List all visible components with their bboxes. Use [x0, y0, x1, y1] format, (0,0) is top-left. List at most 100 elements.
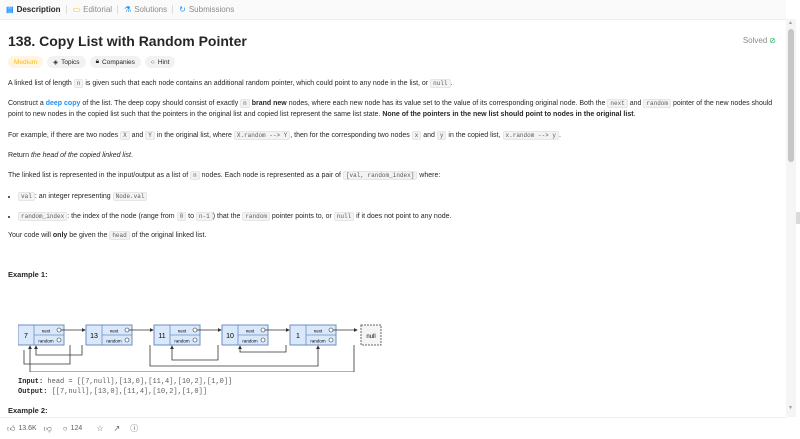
- help-button[interactable]: ⓘ: [130, 423, 141, 434]
- tab-solutions[interactable]: ⚗ Solutions: [118, 0, 172, 19]
- tab-editorial[interactable]: ▭ Editorial: [67, 0, 117, 19]
- linked-list-diagram: 7 next random 13 next random 11 next random 10 nex…: [18, 324, 382, 372]
- pointer-dot: [260, 327, 266, 333]
- list-node: 13 next random: [85, 324, 154, 346]
- next-label: next: [246, 329, 255, 334]
- next-label: next: [314, 329, 323, 334]
- output-value: [[7,null],[13,0],[11,4],[10,2],[1,0]]: [51, 388, 208, 396]
- random-arrow: [170, 345, 219, 361]
- tab-label: Solutions: [134, 5, 168, 14]
- next-label: next: [110, 329, 119, 334]
- solved-status: Solved ⊘: [743, 36, 776, 45]
- paragraph-example: For example, if there are two nodes X an…: [8, 131, 561, 140]
- comment-count: 124: [70, 425, 83, 432]
- tag-icon: ◈: [53, 59, 59, 66]
- question-icon: ⓘ: [130, 424, 139, 433]
- pointer-dot: [56, 337, 62, 343]
- favorite-button[interactable]: ☆: [96, 424, 106, 433]
- tab-label: Editorial: [83, 5, 113, 14]
- output-label: Output:: [18, 388, 48, 396]
- resize-handle[interactable]: [796, 212, 800, 224]
- list-node: 11 next random: [153, 324, 222, 346]
- list-item: val: an integer representing Node.val: [18, 191, 773, 202]
- node-value: 1: [296, 333, 300, 340]
- scrollbar-thumb[interactable]: [788, 29, 794, 162]
- pointer-dot: [124, 337, 130, 343]
- node-value: 10: [226, 333, 234, 340]
- next-label: next: [42, 329, 51, 334]
- example-1-io: Input: head = [[7,null],[13,0],[11,4],[1…: [18, 377, 232, 397]
- pointer-dot: [328, 337, 334, 343]
- pointer-dot: [260, 337, 266, 343]
- random-arrow: [238, 345, 287, 353]
- tag-pills: Medium ◈ Topics 🔒︎ Companies ○ Hint: [8, 56, 176, 68]
- representation-list: val: an integer representing Node.val ra…: [8, 191, 773, 231]
- thumbs-up-icon: 👍︎: [7, 423, 16, 433]
- random-label: random: [106, 339, 122, 344]
- hint-button[interactable]: ○ Hint: [144, 56, 176, 68]
- topics-label: Topics: [61, 58, 80, 66]
- editorial-icon: ▭: [72, 5, 81, 14]
- difficulty-badge: Medium: [8, 56, 44, 68]
- hint-label: Hint: [157, 58, 170, 66]
- paragraph-return: Return the head of the copied linked lis…: [8, 152, 133, 159]
- random-arrow: [28, 345, 355, 372]
- input-label: Input:: [18, 378, 44, 386]
- like-button[interactable]: 👍︎ 13.6K: [7, 424, 37, 434]
- description-icon: ▤: [6, 5, 14, 14]
- pointer-dot: [328, 327, 334, 333]
- paragraph-representation: The linked list is represented in the in…: [8, 171, 441, 180]
- paragraph-head: Your code will only be given the head of…: [8, 231, 207, 240]
- list-item: random_index: the index of the node (ran…: [18, 211, 773, 222]
- tab-label: Description: [16, 5, 61, 14]
- solutions-icon: ⚗: [124, 5, 132, 14]
- submissions-icon: ↻: [179, 5, 186, 14]
- tab-description[interactable]: ▤ Description: [0, 0, 66, 19]
- topics-button[interactable]: ◈ Topics: [47, 56, 86, 68]
- null-label: null: [366, 334, 375, 340]
- random-label: random: [38, 339, 54, 344]
- tab-bar: ▤ Description ▭ Editorial ⚗ Solutions ↻ …: [0, 0, 786, 20]
- list-node: 1 next random: [289, 324, 358, 346]
- pointer-dot: [56, 327, 62, 333]
- example-1-heading: Example 1:: [8, 270, 48, 279]
- companies-button[interactable]: 🔒︎ Companies: [89, 56, 141, 68]
- random-label: random: [310, 339, 326, 344]
- comments-button[interactable]: ○ 124: [63, 424, 83, 433]
- thumbs-down-icon: 👎︎: [43, 423, 52, 433]
- node-value: 13: [90, 333, 98, 340]
- solved-label: Solved: [742, 36, 768, 45]
- list-node: 7 next random: [18, 324, 86, 346]
- companies-label: Companies: [102, 58, 135, 66]
- tab-submissions[interactable]: ↻ Submissions: [173, 0, 239, 19]
- problem-title[interactable]: 138. Copy List with Random Pointer: [8, 33, 247, 49]
- footer-bar: 👍︎ 13.6K 👎︎ ○ 124 ☆ ↗ ⓘ: [0, 417, 786, 439]
- input-value: head = [[7,null],[13,0],[11,4],[10,2],[1…: [47, 378, 233, 386]
- random-arrow: [149, 345, 320, 367]
- pointer-dot: [192, 327, 198, 333]
- random-arrow-null: [23, 345, 71, 365]
- lightbulb-icon: ○: [150, 58, 155, 66]
- star-icon: ☆: [96, 424, 104, 433]
- list-node: 10 next random: [221, 324, 290, 346]
- lock-icon: 🔒︎: [95, 58, 100, 65]
- tab-label: Submissions: [188, 5, 235, 14]
- share-button[interactable]: ↗: [114, 424, 124, 433]
- paragraph-intro: A linked list of length n is given such …: [8, 79, 453, 88]
- comment-icon: ○: [62, 424, 68, 433]
- scroll-down-icon[interactable]: ▼: [788, 405, 793, 411]
- like-count: 13.6K: [18, 425, 37, 432]
- scroll-up-icon[interactable]: ▲: [788, 20, 793, 26]
- paragraph-deep-copy: Construct a deep copy of the list. The d…: [8, 99, 773, 118]
- node-value: 7: [24, 333, 28, 340]
- dislike-button[interactable]: 👎︎: [44, 424, 55, 434]
- random-arrow: [34, 345, 83, 356]
- pointer-dot: [192, 337, 198, 343]
- node-value: 11: [158, 333, 165, 340]
- random-label: random: [174, 339, 190, 344]
- share-icon: ↗: [113, 424, 121, 433]
- deep-copy-link[interactable]: deep copy: [46, 100, 81, 107]
- pointer-dot: [124, 327, 130, 333]
- check-circle-icon: ⊘: [769, 36, 776, 45]
- next-label: next: [178, 329, 187, 334]
